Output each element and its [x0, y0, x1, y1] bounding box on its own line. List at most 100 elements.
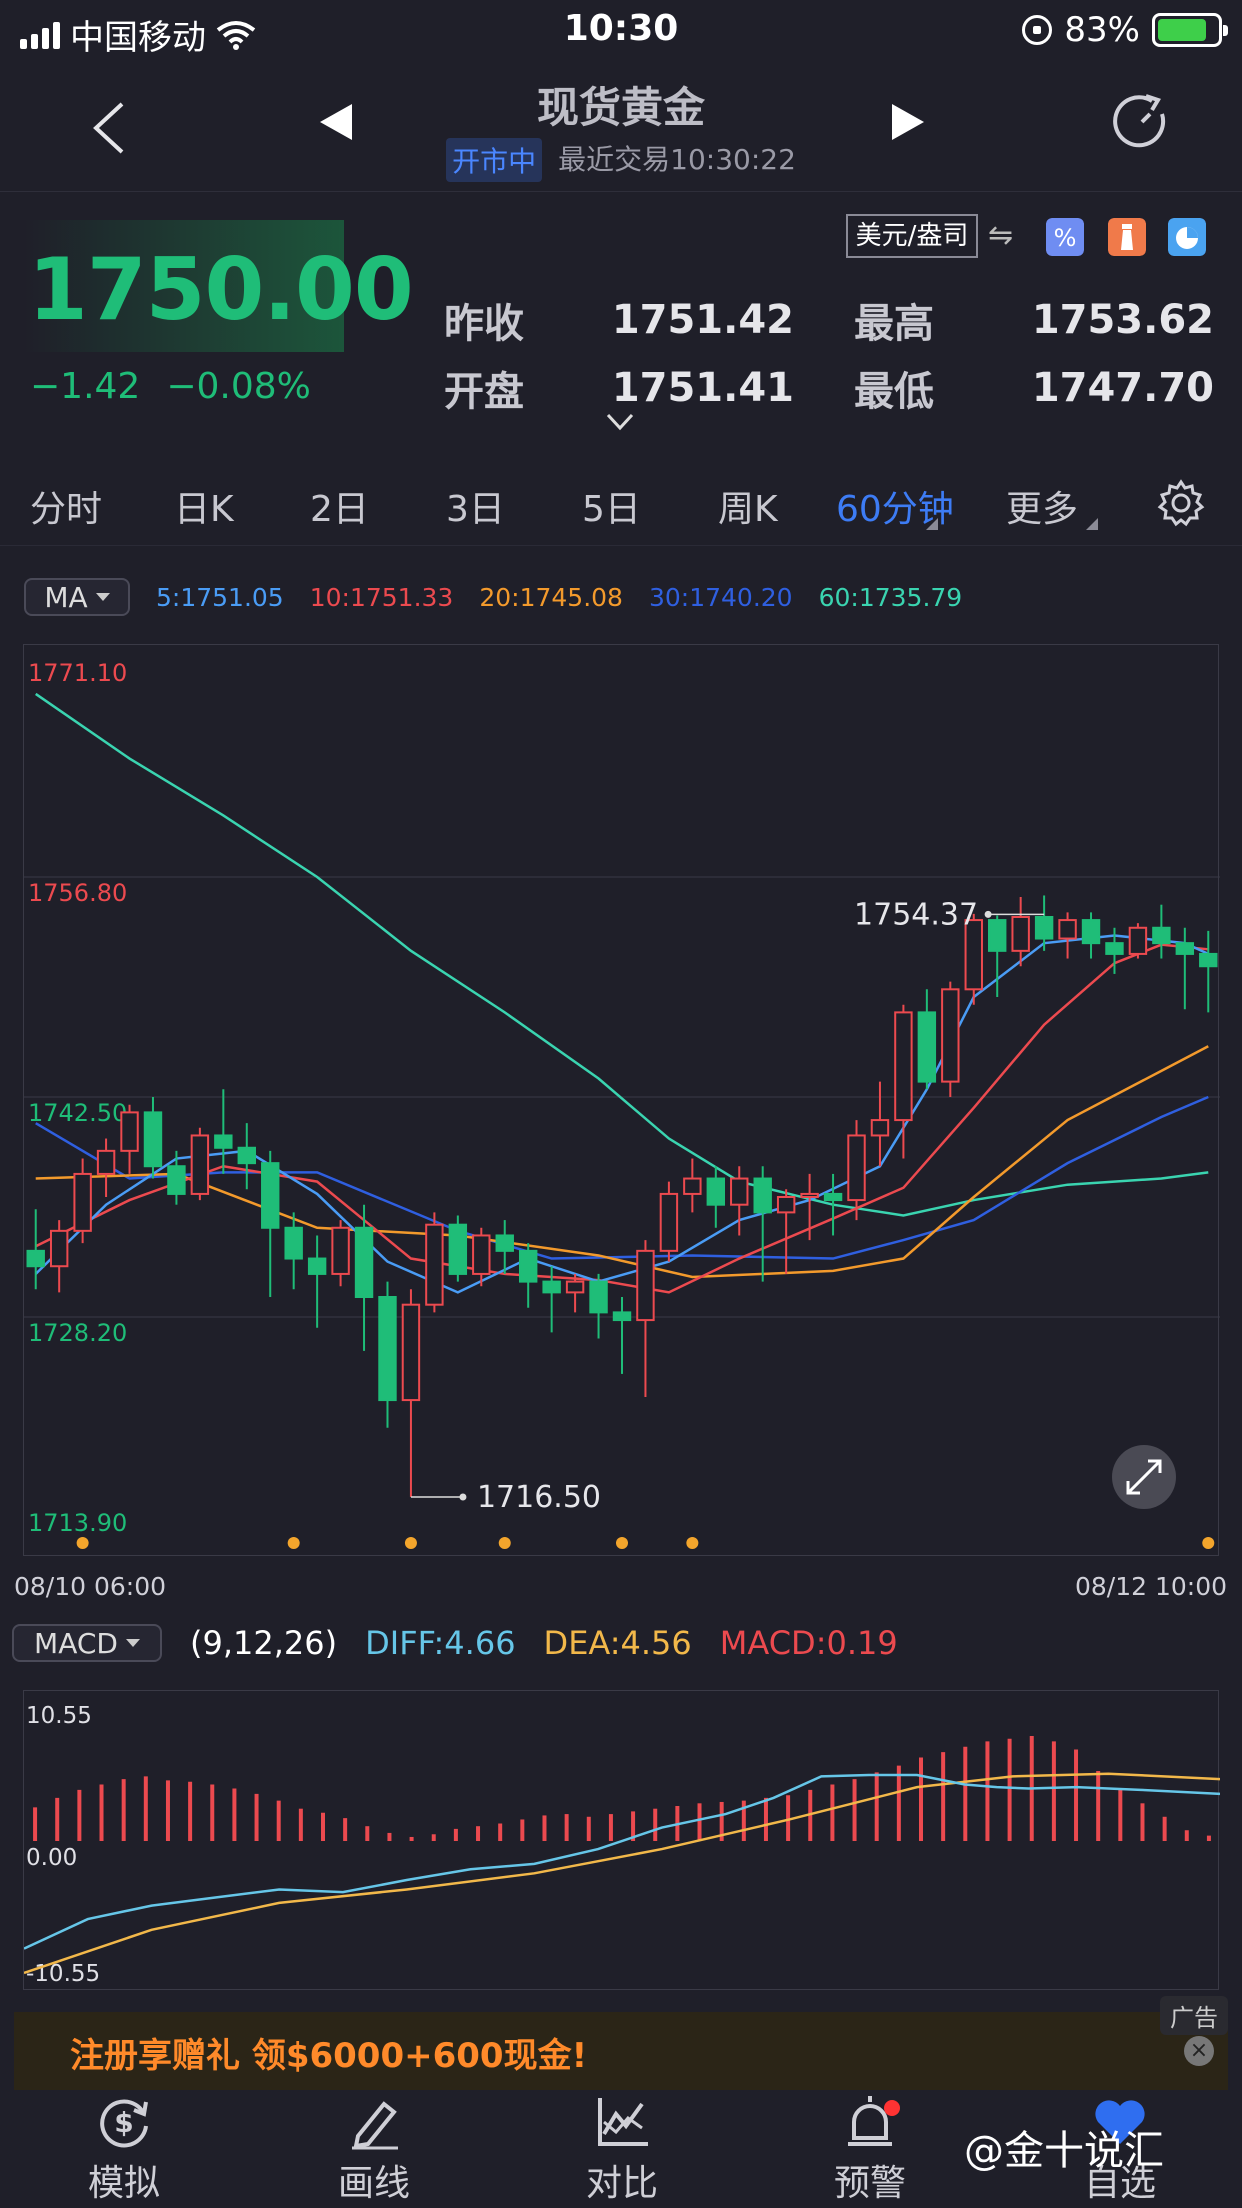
candle-body	[26, 1249, 45, 1268]
candle-body	[49, 1229, 69, 1268]
max-marker-dot	[984, 910, 992, 918]
ma10-line	[35, 943, 1209, 1294]
nav-compare[interactable]: 对比	[542, 2092, 702, 2206]
kline-chart[interactable]: 1771.10 1756.80 1742.50 1728.20 1713.90 1754.…	[23, 644, 1220, 1556]
candle-body	[331, 1226, 350, 1275]
nav-draw-label: 画线	[337, 2163, 410, 2204]
candle-body	[1105, 942, 1124, 955]
event-marker-dot	[686, 1537, 699, 1549]
candle-body	[659, 1192, 679, 1252]
ad-text: 注册享赠礼 领$6000+600现金!	[70, 2036, 588, 2076]
candle-body	[847, 1134, 866, 1202]
nav-draw[interactable]: 画线	[294, 2092, 454, 2206]
candle-body	[143, 1111, 163, 1168]
event-marker-dot	[287, 1537, 300, 1549]
candle-body	[800, 1192, 819, 1199]
next-instrument-icon[interactable]	[890, 102, 926, 142]
low-value: 1747.70	[1031, 365, 1214, 411]
candle-body	[542, 1280, 561, 1294]
ma5-value: 5:1751.05	[156, 582, 284, 612]
candle-body	[636, 1249, 655, 1322]
tab-5day[interactable]: 5日	[582, 480, 641, 532]
macd-chart[interactable]: 10.55 0.00 -10.55	[23, 1690, 1221, 1990]
candle-body	[401, 1303, 421, 1402]
nav-simulate[interactable]: $ 模拟	[44, 2092, 204, 2206]
nav-alert[interactable]: 预警	[790, 2092, 950, 2206]
ma10-value: 10:1751.33	[309, 582, 454, 612]
open-label: 开盘	[444, 369, 524, 415]
prev-close-value: 1751.42	[611, 297, 794, 343]
tab-more[interactable]: 更多	[1006, 480, 1078, 532]
high-value: 1753.62	[1031, 297, 1214, 343]
swap-unit-icon[interactable]: ⇋	[988, 218, 1013, 253]
low-label: 最低	[854, 369, 934, 415]
svg-text:%: %	[1054, 224, 1077, 252]
candle-body	[73, 1172, 92, 1232]
macd-tick-label: -10.55	[26, 1961, 100, 1987]
ad-banner[interactable]: 注册享赠礼 领$6000+600现金! 广告 ×	[14, 1996, 1228, 2090]
prev-close-label: 昨收	[444, 301, 524, 347]
tab-2day[interactable]: 2日	[310, 480, 369, 532]
nav-simulate-label: 模拟	[87, 2163, 160, 2204]
nav-compare-label: 对比	[585, 2163, 658, 2204]
macd-hist-value: MACD:0.19	[719, 1624, 898, 1662]
period-tabs: 分时 日K 2日 3日 5日 周K 60分钟 更多	[0, 466, 1242, 546]
market-status-badge: 开市中	[446, 138, 543, 182]
tab-more-dropdown-icon	[1086, 518, 1098, 530]
ma-legend: MA 5:1751.05 10:1751.33 20:1745.08 30:17…	[24, 578, 962, 616]
candle-body	[448, 1223, 468, 1275]
dollar-refresh-icon: $	[100, 2099, 148, 2148]
candle-body	[1128, 926, 1148, 955]
tab-weekly-k[interactable]: 周K	[718, 480, 778, 532]
tab-daily-k[interactable]: 日K	[174, 480, 234, 532]
macd-tick-label: 10.55	[26, 1703, 92, 1729]
candle-body	[1152, 926, 1171, 945]
candle-body	[776, 1196, 796, 1214]
macd-tick-label: 0.00	[26, 1845, 77, 1871]
candle-body	[753, 1177, 772, 1214]
status-bar: 中国移动 10:30 83%	[0, 0, 1242, 62]
tab-60min-dropdown-icon	[926, 518, 938, 530]
candle-body	[589, 1280, 608, 1314]
y-tick-label: 1728.20	[28, 1319, 127, 1347]
macd-dea-value: DEA:4.56	[543, 1624, 692, 1662]
battery-icon	[1152, 13, 1228, 47]
ma20-value: 20:1745.08	[479, 582, 623, 612]
pie-chart-icon[interactable]	[1168, 218, 1206, 256]
expand-chevron-icon[interactable]	[606, 412, 634, 432]
max-marker-label: 1754.37	[854, 897, 978, 932]
candle-body	[96, 1149, 116, 1175]
candle-body	[706, 1177, 726, 1206]
price-change-pct: −0.08%	[166, 366, 311, 407]
y-tick-label: 1742.50	[28, 1099, 127, 1127]
compare-chart-icon	[598, 2098, 648, 2146]
candle-body	[941, 988, 960, 1083]
candle-body	[354, 1226, 374, 1298]
candle-body	[120, 1111, 139, 1152]
candle-body	[284, 1226, 303, 1260]
candle-body	[190, 1134, 210, 1195]
percent-icon[interactable]: %	[1046, 218, 1084, 256]
tab-3day[interactable]: 3日	[446, 480, 505, 532]
candle-body	[1011, 916, 1030, 952]
candle-body	[378, 1296, 397, 1402]
tab-intraday[interactable]: 分时	[30, 480, 102, 532]
y-tick-label: 1713.90	[28, 1509, 127, 1537]
unit-selector[interactable]: 美元/盎司	[846, 214, 978, 258]
event-marker-dot	[76, 1537, 89, 1549]
candle-body	[307, 1257, 327, 1275]
dropdown-triangle-icon	[125, 1639, 140, 1647]
indicator-selector-ma[interactable]: MA	[24, 578, 130, 616]
candle-body	[1175, 942, 1195, 955]
candle-body	[870, 1119, 890, 1137]
candle-body	[988, 919, 1007, 952]
refresh-icon[interactable]	[1112, 92, 1172, 152]
indicator-selector-macd[interactable]: MACD	[12, 1624, 162, 1662]
lighthouse-icon[interactable]	[1108, 218, 1146, 256]
close-icon[interactable]: ×	[1184, 2036, 1214, 2066]
svg-text:$: $	[114, 2106, 133, 2139]
ad-tag: 广告	[1160, 1996, 1228, 2035]
candle-body	[1034, 916, 1054, 940]
nav-alert-label: 预警	[833, 2163, 906, 2204]
gear-icon[interactable]	[1156, 478, 1206, 528]
